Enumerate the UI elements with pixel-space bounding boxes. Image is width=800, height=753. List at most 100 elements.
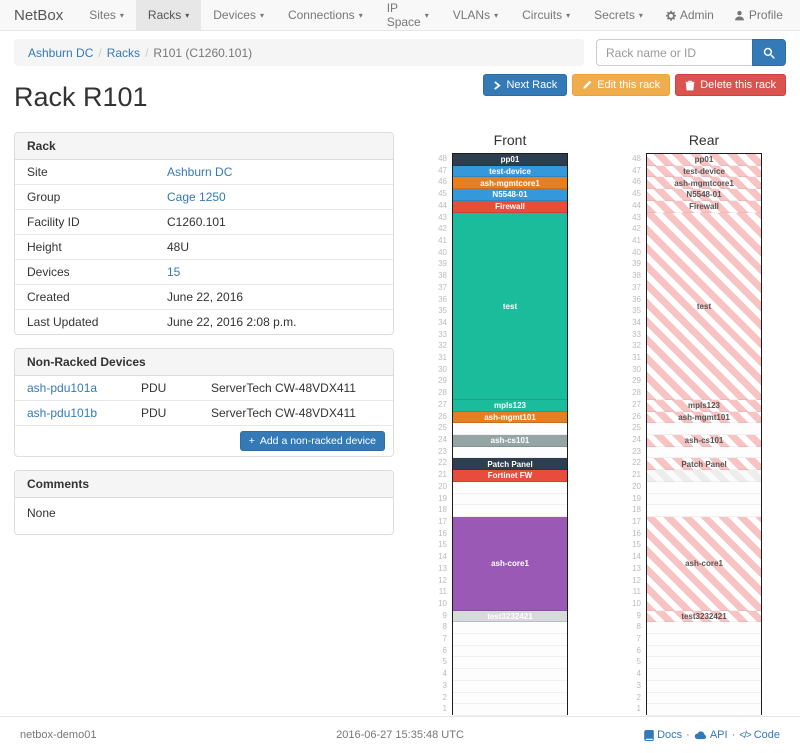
rack-device-rear[interactable]: N5548-01: [647, 189, 761, 201]
action-buttons: Next Rack Edit this rack Delete this rac…: [483, 74, 786, 96]
unit-numbers: 4847464544434241403938373635343332313029…: [624, 153, 646, 715]
group-link[interactable]: Cage 1250: [167, 190, 226, 204]
rack-device-front[interactable]: pp01: [453, 154, 567, 166]
nav-sites[interactable]: Sites▾: [77, 0, 136, 30]
rack-device-rear[interactable]: ash-mgmtcore1: [647, 177, 761, 189]
nav-label: Racks: [148, 8, 181, 22]
devices-count-link[interactable]: 15: [167, 265, 180, 279]
unit-number: 4: [624, 668, 641, 680]
rack-device-front[interactable]: mpls123: [453, 400, 567, 412]
site-link[interactable]: Ashburn DC: [167, 165, 232, 179]
rack-device-rear[interactable]: mpls123: [647, 400, 761, 412]
search-button[interactable]: [752, 39, 786, 66]
unit-number: 37: [430, 282, 447, 294]
rack-device-front[interactable]: Firewall: [453, 201, 567, 213]
rack-device-rear[interactable]: test3232421: [647, 611, 761, 623]
footer-links: Docs · API · </> Code: [644, 729, 780, 741]
code-label: Code: [754, 729, 780, 741]
rack-device-rear[interactable]: Firewall: [647, 201, 761, 213]
rack-device-front[interactable]: ash-core1: [453, 517, 567, 611]
api-link[interactable]: API: [694, 729, 728, 741]
delete-rack-label: Delete this rack: [700, 79, 776, 91]
rack-device-front[interactable]: ash-cs101: [453, 435, 567, 447]
unit-number: 21: [430, 469, 447, 481]
rack-device-front[interactable]: N5548-01: [453, 189, 567, 201]
search-input[interactable]: [596, 39, 752, 66]
rack-unit-slot: [647, 669, 761, 681]
comments-panel: Comments None: [14, 470, 394, 535]
rack-device-rear[interactable]: ash-cs101: [647, 435, 761, 447]
nav-racks[interactable]: Racks▾: [136, 0, 201, 30]
edit-rack-button[interactable]: Edit this rack: [572, 74, 670, 96]
unit-number: 15: [624, 539, 641, 551]
table-row: ash-pdu101b PDU ServerTech CW-48VDX411: [15, 401, 393, 426]
rack-device-rear[interactable]: test-device: [647, 166, 761, 178]
admin-link[interactable]: Admin: [655, 0, 724, 30]
rack-device-front[interactable]: test: [453, 213, 567, 400]
brand[interactable]: NetBox: [14, 0, 63, 30]
nav-devices[interactable]: Devices▾: [201, 0, 276, 30]
delete-rack-button[interactable]: Delete this rack: [675, 74, 786, 96]
nav-secrets[interactable]: Secrets▾: [582, 0, 655, 30]
rack-device-front[interactable]: test-device: [453, 166, 567, 178]
rack-device-rear[interactable]: pp01: [647, 154, 761, 166]
code-link[interactable]: </> Code: [739, 729, 780, 741]
unit-number: 27: [430, 399, 447, 411]
unit-number: 10: [430, 598, 447, 610]
unit-number: 35: [430, 305, 447, 317]
navbar: NetBox Sites▾ Racks▾ Devices▾ Connection…: [0, 0, 800, 31]
unit-number: 13: [624, 563, 641, 575]
profile-link[interactable]: Profile: [724, 0, 793, 30]
rack-device-front[interactable]: Fortinet FW: [453, 470, 567, 482]
unit-number: 34: [624, 317, 641, 329]
nav-menu: Sites▾ Racks▾ Devices▾ Connections▾ IP S…: [77, 0, 655, 30]
rack-device-rear[interactable]: [647, 470, 761, 482]
next-rack-button[interactable]: Next Rack: [483, 74, 567, 96]
rack-device-front[interactable]: Patch Panel: [453, 458, 567, 470]
device-link[interactable]: ash-pdu101b: [27, 406, 97, 420]
unit-number: 30: [430, 364, 447, 376]
rack-unit-slot: [647, 482, 761, 494]
title-row: Rack R101 Next Rack Edit this rack Delet…: [14, 74, 786, 120]
unit-number: 40: [624, 247, 641, 259]
rack-device-front[interactable]: ash-mgmtcore1: [453, 177, 567, 189]
rear-title: Rear: [646, 132, 762, 148]
device-link[interactable]: ash-pdu101a: [27, 381, 97, 395]
unit-number: 26: [430, 411, 447, 423]
unit-number: 46: [624, 176, 641, 188]
nav-ip-space[interactable]: IP Space▾: [375, 0, 441, 30]
nav-vlans[interactable]: VLANs▾: [441, 0, 510, 30]
rack-unit-slot: [453, 634, 567, 646]
unit-number: 45: [430, 188, 447, 200]
unit-number: 41: [430, 235, 447, 247]
breadcrumb-racks-link[interactable]: Racks: [107, 46, 140, 60]
logout-link[interactable]: Log out: [793, 0, 800, 30]
rack-unit-slot: [647, 646, 761, 658]
unit-number: 42: [430, 223, 447, 235]
rack-device-front[interactable]: ash-mgmt101: [453, 412, 567, 424]
rack-unit-slot: [453, 693, 567, 705]
rack-device-rear[interactable]: Patch Panel: [647, 458, 761, 470]
nav-circuits[interactable]: Circuits▾: [510, 0, 582, 30]
unit-number: 5: [624, 656, 641, 668]
device-role: PDU: [135, 376, 205, 400]
table-row: Created June 22, 2016: [15, 285, 393, 310]
breadcrumb-separator: /: [145, 46, 148, 60]
breadcrumb: Ashburn DC/Racks/R101 (C1260.101): [14, 39, 584, 66]
rack-unit-slot: [453, 423, 567, 435]
unit-number: 15: [430, 539, 447, 551]
nav-connections[interactable]: Connections▾: [276, 0, 375, 30]
docs-link[interactable]: Docs: [644, 729, 682, 741]
rack-device-rear[interactable]: ash-mgmt101: [647, 412, 761, 424]
breadcrumb-site-link[interactable]: Ashburn DC: [28, 46, 93, 60]
main-content: Rack Site Ashburn DC Group Cage 1250 Fac…: [0, 120, 800, 715]
rack-device-front[interactable]: test3232421: [453, 611, 567, 623]
unit-number: 1: [430, 703, 447, 715]
rack-device-rear[interactable]: test: [647, 213, 761, 400]
unit-number: 43: [624, 212, 641, 224]
nav-label: Secrets: [594, 8, 635, 22]
next-rack-label: Next Rack: [506, 79, 557, 91]
unit-number: 25: [430, 422, 447, 434]
add-nonracked-device-button[interactable]: + Add a non-racked device: [240, 431, 385, 451]
rack-device-rear[interactable]: ash-core1: [647, 517, 761, 611]
